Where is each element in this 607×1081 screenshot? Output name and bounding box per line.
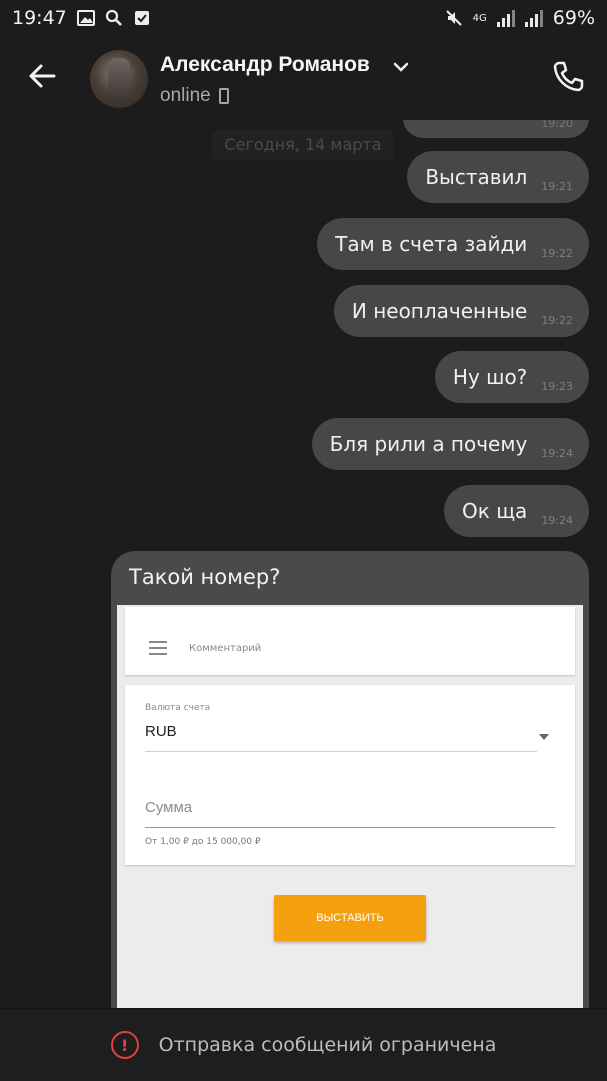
message-text: И неоплаченные — [351, 299, 528, 323]
amount-label: Сумма — [145, 799, 193, 816]
restriction-banner: ! Отправка сообщений ограничена — [0, 1008, 607, 1081]
message-bubble[interactable]: Там в счета зайди 19:22 — [317, 218, 589, 270]
currency-label: Валюта счета — [145, 703, 211, 713]
network-type: 4G — [472, 12, 487, 24]
divider — [145, 827, 555, 828]
status-bar-right: 4G 69% — [445, 7, 595, 29]
message-text: Там в счета зайди — [335, 232, 528, 256]
currency-value: RUB — [145, 723, 177, 740]
mobile-device-icon — [218, 88, 229, 104]
gallery-icon — [76, 9, 95, 27]
mute-icon — [445, 9, 463, 27]
message-time: 19:21 — [541, 179, 573, 193]
checkbox-icon — [133, 9, 151, 27]
message-text: Выставил — [425, 165, 528, 189]
message-list[interactable]: 19:20 Сегодня, 14 марта Выставил 19:21 Т… — [0, 120, 607, 1008]
status-bar-left: 19:47 — [12, 7, 151, 29]
back-arrow-icon[interactable] — [24, 58, 60, 94]
dropdown-arrow-icon — [539, 734, 549, 740]
warning-icon: ! — [110, 1031, 139, 1059]
chat-header: Александр Романов online — [0, 36, 607, 120]
search-icon — [105, 9, 123, 27]
contact-name[interactable]: Александр Романов — [160, 53, 370, 77]
issue-invoice-button: ВЫСТАВИТЬ — [274, 895, 426, 941]
amount-range: От 1,00 ₽ до 15 000,00 ₽ — [145, 837, 261, 847]
avatar[interactable] — [90, 50, 148, 108]
battery-level: 69% — [552, 7, 595, 29]
message-bubble[interactable]: И неоплаченные 19:22 — [333, 285, 589, 337]
image-message[interactable]: Такой номер? Комментарий Валюта счета RU… — [111, 551, 589, 1008]
comment-panel: Комментарий — [125, 607, 575, 675]
invoice-form: Валюта счета RUB Сумма От 1,00 ₽ до 15 0… — [125, 685, 575, 865]
chevron-down-icon[interactable] — [392, 60, 410, 74]
restriction-text: Отправка сообщений ограничена — [158, 1034, 497, 1056]
message-time: 19:22 — [541, 246, 573, 260]
message-text: Ну шо? — [452, 365, 528, 389]
menu-icon — [149, 641, 167, 659]
message-bubble[interactable]: Ок ща 19:24 — [444, 485, 589, 537]
message-bubble[interactable]: 19:20 — [403, 120, 589, 138]
message-time: 19:24 — [541, 446, 573, 460]
presence-text: online — [160, 85, 211, 106]
attached-screenshot[interactable]: Комментарий Валюта счета RUB Сумма От 1,… — [117, 605, 583, 1008]
message-text: Ок ща — [462, 499, 528, 523]
phone-icon[interactable] — [550, 58, 586, 94]
status-time: 19:47 — [12, 7, 67, 29]
status-bar: 19:47 4G 69% — [0, 0, 607, 36]
message-text: Бля рили а почему — [329, 432, 528, 456]
message-time: 19:24 — [541, 513, 573, 527]
signal-icon — [524, 9, 543, 27]
date-separator: Сегодня, 14 марта — [212, 130, 394, 160]
comment-label: Комментарий — [189, 643, 262, 654]
message-bubble[interactable]: Бля рили а почему 19:24 — [311, 418, 589, 470]
message-time: 19:20 — [541, 120, 573, 130]
message-bubble[interactable]: Выставил 19:21 — [407, 151, 589, 203]
image-caption: Такой номер? — [129, 565, 281, 589]
message-time: 19:22 — [541, 313, 573, 327]
message-bubble[interactable]: Ну шо? 19:23 — [434, 351, 589, 403]
divider — [145, 751, 537, 752]
presence-status: online — [160, 85, 229, 107]
message-time: 19:23 — [541, 379, 573, 393]
signal-icon — [496, 9, 515, 27]
